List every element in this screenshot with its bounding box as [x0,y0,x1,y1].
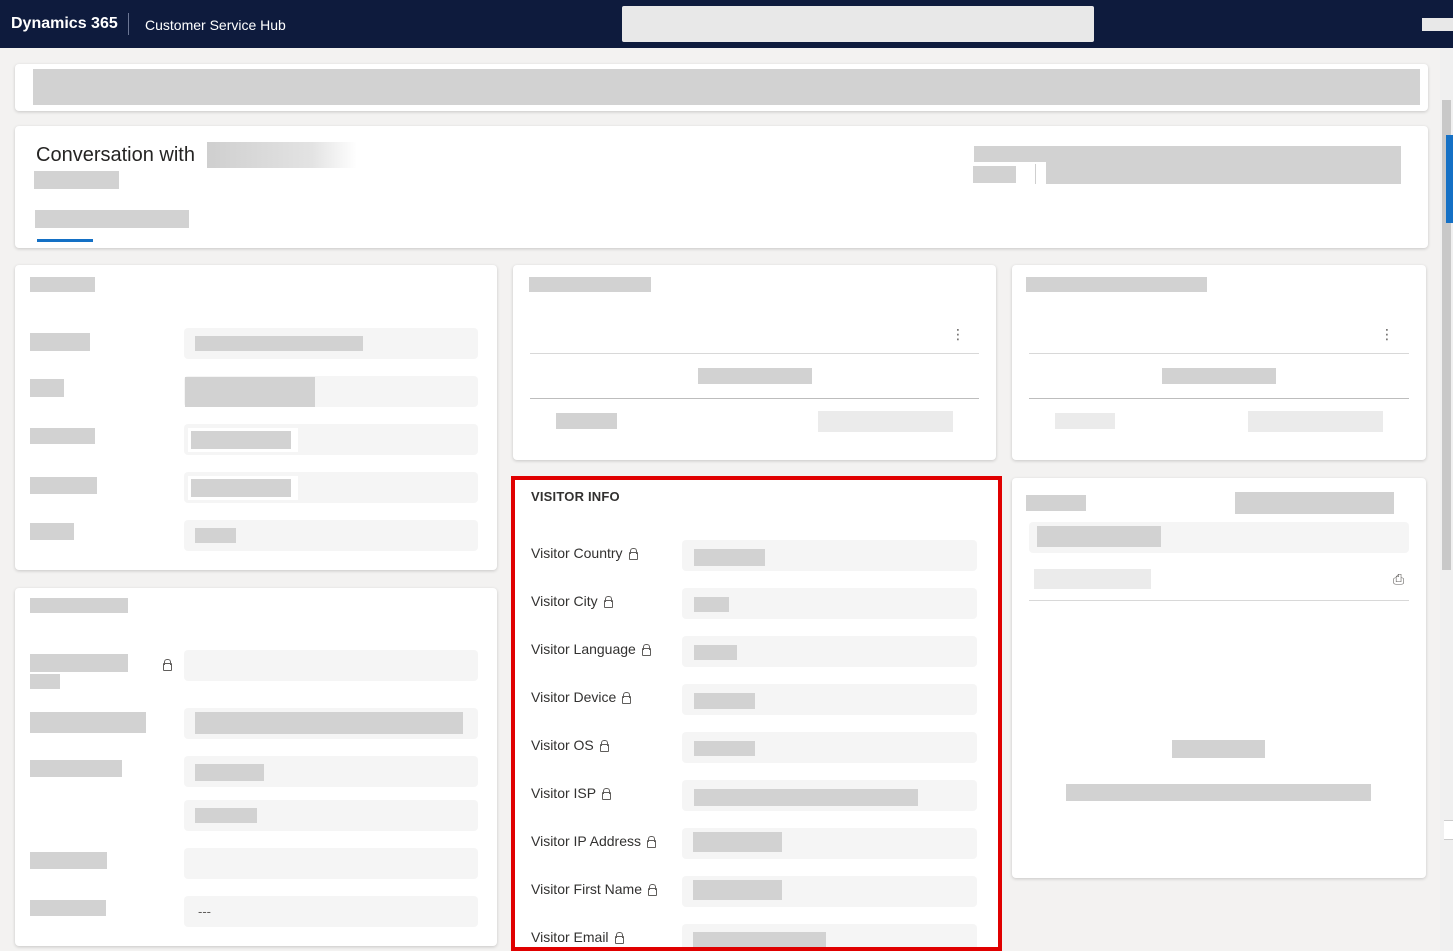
grid-cell-redacted[interactable] [1055,413,1115,429]
timeline-divider [1029,600,1409,601]
field-value[interactable] [184,756,478,787]
empty-state-text-redacted [1066,784,1371,801]
section-title-redacted [1026,277,1207,292]
field-value[interactable] [184,328,478,359]
field-value[interactable] [184,376,478,407]
field-label-redacted [30,523,74,540]
field-value-redacted [195,712,463,734]
field-value-redacted [185,377,315,407]
field-label-redacted [30,900,106,916]
timeline-search-field[interactable] [1029,522,1409,553]
section-title-redacted [30,277,95,292]
subgrid-card-2: ⋮ [1012,265,1426,460]
grid-divider [1029,353,1409,354]
grid-cell-redacted[interactable] [1248,411,1383,432]
field-label-redacted [30,379,64,397]
more-options-icon[interactable]: ⋮ [1380,327,1394,341]
section-title-redacted [1026,495,1086,511]
header-subtitle-redacted [34,171,119,189]
field-value[interactable] [184,848,478,879]
contact-name-redacted [207,142,357,168]
app-name[interactable]: Customer Service Hub [145,17,286,33]
header-owner-redacted[interactable] [1046,146,1401,184]
field-value-redacted [195,528,236,543]
empty-state-title-redacted [1172,740,1265,758]
side-pane-partial[interactable] [1444,820,1453,840]
brand-name[interactable]: Dynamics 365 [11,15,118,33]
more-options-icon[interactable]: ⋮ [951,327,965,341]
field-label-redacted [30,428,95,444]
grid-header-divider [1029,398,1409,399]
section-title-redacted [30,598,128,613]
timeline-card: ⎙ [1012,478,1426,878]
command-bar [15,64,1428,111]
header-field-value-redacted [973,166,1016,183]
field-label-redacted [30,674,60,689]
field-value[interactable] [184,650,478,681]
top-navigation-bar: Dynamics 365 Customer Service Hub [0,0,1453,48]
field-label-redacted [30,333,90,351]
lookup-value-redacted[interactable] [191,479,291,497]
grid-divider [530,353,979,354]
field-value[interactable] [184,520,478,551]
grid-cell-redacted[interactable] [556,413,617,429]
lock-icon [162,659,172,671]
section-title-redacted [529,277,651,292]
header-action-redacted[interactable] [1235,492,1394,514]
grid-cell-redacted[interactable] [818,411,953,432]
field-value[interactable] [184,424,478,455]
attachment-icon[interactable]: ⎙ [1393,571,1404,588]
field-value-redacted [195,808,257,823]
field-value[interactable] [184,800,478,831]
header-divider [1035,164,1036,184]
field-value-empty[interactable]: --- [184,896,478,927]
tab-redacted[interactable] [35,210,189,228]
topbar-right-control[interactable] [1422,18,1453,31]
field-label-redacted [30,477,97,494]
empty-value-text: --- [198,904,211,919]
record-header: Conversation with [15,126,1428,248]
page-title: Conversation with [36,144,195,166]
note-input-redacted[interactable] [1034,569,1151,589]
lookup-value-redacted[interactable] [191,431,291,449]
conversation-summary-card [15,265,497,570]
brand-divider [128,13,129,35]
visitor-info-highlight [511,476,1002,951]
grid-header-divider [530,398,979,399]
grid-header-redacted[interactable] [698,368,812,384]
field-label-redacted [30,760,122,777]
field-value-redacted [1037,526,1161,547]
subgrid-card-1: ⋮ [513,265,996,460]
global-search-box[interactable] [622,6,1094,42]
command-bar-redacted[interactable] [33,69,1420,105]
field-value[interactable] [184,708,478,739]
field-label-redacted [30,852,107,869]
details-card: --- [15,588,497,946]
field-label-redacted [30,654,128,672]
side-pane-tab[interactable] [1446,135,1453,223]
active-tab-indicator [37,239,93,242]
field-value-redacted [195,764,264,781]
field-value[interactable] [184,472,478,503]
grid-header-redacted[interactable] [1162,368,1276,384]
field-label-redacted [30,712,146,733]
field-value-redacted [195,336,363,351]
